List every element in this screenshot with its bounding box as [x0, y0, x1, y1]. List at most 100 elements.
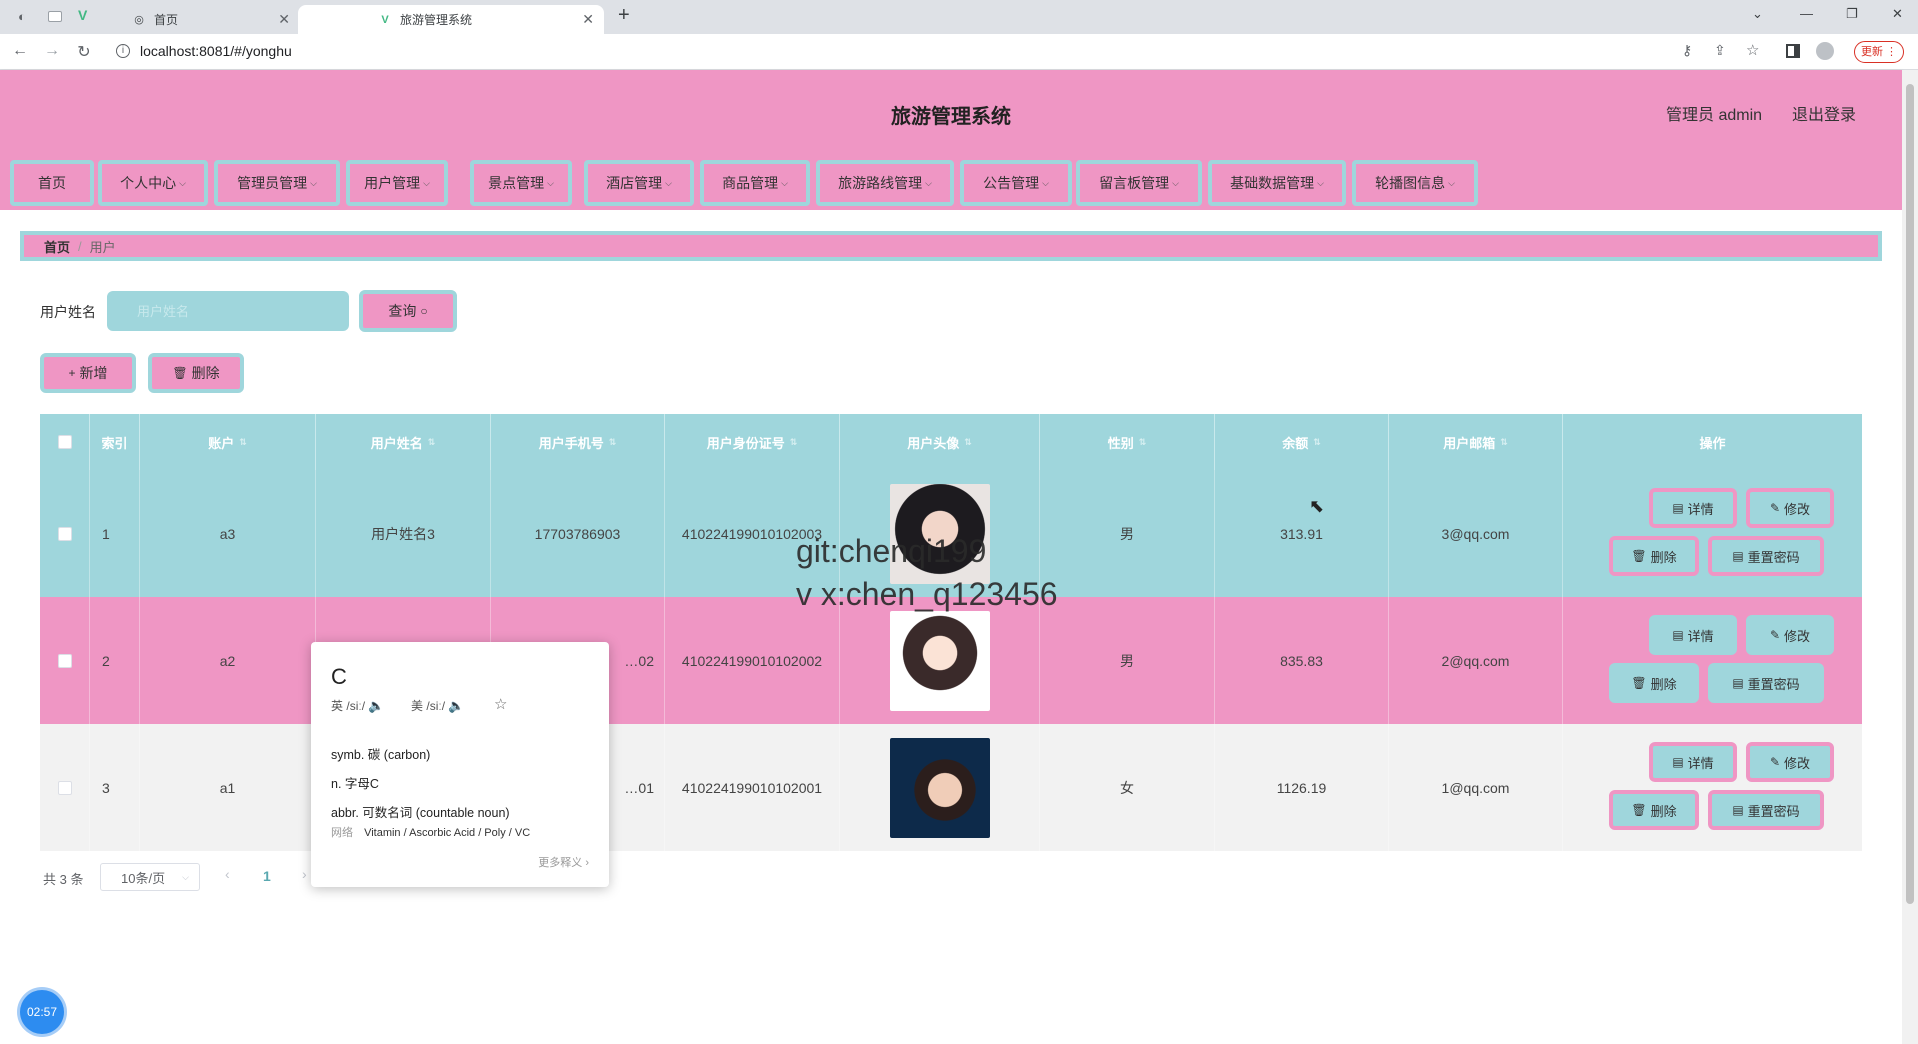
sort-icon[interactable]: ⇅ — [790, 437, 798, 448]
reset-password-button[interactable]: ▤ 重置密码 — [1708, 536, 1824, 576]
header-avatar[interactable]: 用户头像 ⇅ — [840, 414, 1040, 470]
speaker-icon[interactable]: 🔈 — [368, 698, 384, 713]
info-icon[interactable]: i — [116, 44, 130, 58]
mouse-cursor-icon: ⬉ — [1309, 496, 1325, 516]
row-checkbox[interactable] — [57, 653, 72, 668]
url-field[interactable]: localhost:8081/#/yonghu — [140, 43, 292, 59]
minimize-button[interactable]: — — [1800, 6, 1813, 21]
nav-item-scenic[interactable]: 景点管理 ⌵ — [470, 160, 572, 206]
page-size-select[interactable]: 10条/页 ⌵ — [100, 863, 200, 891]
back-icon[interactable]: ← — [10, 42, 30, 60]
avatar[interactable] — [889, 610, 990, 711]
header-phone[interactable]: 用户手机号 ⇅ — [491, 414, 665, 470]
sort-icon[interactable]: ⇅ — [1313, 437, 1321, 448]
batch-delete-button[interactable]: 🗑 删除 — [148, 353, 244, 393]
header-email[interactable]: 用户邮箱 ⇅ — [1389, 414, 1563, 470]
dict-us-label: 美 — [411, 699, 424, 713]
header-id-card[interactable]: 用户身份证号 ⇅ — [665, 414, 840, 470]
nav-item-profile[interactable]: 个人中心 ⌵ — [98, 160, 208, 206]
header-name[interactable]: 用户姓名 ⇅ — [316, 414, 491, 470]
nav-item-messages[interactable]: 留言板管理 ⌵ — [1076, 160, 1202, 206]
nav-item-users[interactable]: 用户管理 ⌵ — [346, 160, 448, 206]
close-icon[interactable]: ✕ — [278, 11, 290, 28]
close-icon[interactable]: ✕ — [582, 11, 594, 28]
search-button[interactable]: 查询 ○ — [359, 290, 457, 332]
nav-item-admin[interactable]: 管理员管理 ⌵ — [214, 160, 340, 206]
header-label: 用户身份证号 — [706, 435, 785, 451]
header-balance[interactable]: 余额 ⇅ — [1215, 414, 1389, 470]
star-icon[interactable]: ☆ — [494, 695, 507, 713]
blank-tab-icon[interactable] — [48, 11, 62, 22]
nav-item-home[interactable]: 首页 — [10, 160, 94, 206]
page-number[interactable]: 1 — [263, 868, 271, 884]
scrollbar-thumb[interactable] — [1906, 84, 1914, 904]
forward-icon[interactable]: → — [42, 42, 62, 60]
browser-back-history-icon[interactable]: ◐ — [18, 9, 26, 24]
profile-icon[interactable] — [1816, 42, 1834, 60]
cell-email: 1@qq.com — [1389, 724, 1563, 851]
delete-button[interactable]: 🗑 删除 — [1609, 663, 1699, 703]
header-gender[interactable]: 性别 ⇅ — [1040, 414, 1215, 470]
nav-item-base-data[interactable]: 基础数据管理 ⌵ — [1208, 160, 1346, 206]
page-scrollbar[interactable] — [1902, 70, 1918, 1044]
sidebar-icon[interactable] — [1786, 44, 1800, 58]
close-window-button[interactable]: ✕ — [1892, 6, 1903, 22]
add-button[interactable]: + 新增 — [40, 353, 136, 393]
sort-icon[interactable]: ⇅ — [964, 437, 972, 448]
speaker-icon[interactable]: 🔈 — [448, 698, 464, 713]
delete-label: 删除 — [1650, 676, 1677, 692]
breadcrumb-home[interactable]: 首页 — [44, 237, 70, 256]
nav-item-goods[interactable]: 商品管理 ⌵ — [700, 160, 810, 206]
timer-badge: 02:57 — [20, 990, 64, 1034]
avatar[interactable] — [889, 737, 990, 838]
update-button[interactable]: 更新 ⋮ — [1854, 41, 1904, 63]
row-checkbox[interactable] — [57, 780, 72, 795]
search-icon: ○ — [420, 304, 428, 318]
delete-button[interactable]: 🗑 删除 — [1609, 790, 1699, 830]
vue-tab-icon[interactable]: V — [78, 7, 87, 23]
reset-password-button[interactable]: ▤ 重置密码 — [1708, 663, 1824, 703]
tab-tourism[interactable]: V 旅游管理系统 ✕ — [298, 5, 604, 34]
detail-button[interactable]: ▤ 详情 — [1649, 615, 1737, 655]
maximize-button[interactable]: ❐ — [1846, 6, 1858, 22]
reset-password-button[interactable]: ▤ 重置密码 — [1708, 790, 1824, 830]
sort-icon[interactable]: ⇅ — [609, 437, 617, 448]
edit-button[interactable]: ✎ 修改 — [1746, 615, 1834, 655]
reload-icon[interactable]: ↻ — [74, 42, 94, 62]
edit-label: 修改 — [1784, 501, 1811, 517]
row-checkbox[interactable] — [57, 526, 72, 541]
nav-item-notice[interactable]: 公告管理 ⌵ — [960, 160, 1072, 206]
table-header: 索引 账户 ⇅ 用户姓名 ⇅ 用户手机号 ⇅ 用户身份证号 ⇅ 用户头像 ⇅ 性别 ⇅ 余额… — [40, 414, 1862, 470]
sort-icon[interactable]: ⇅ — [1500, 437, 1508, 448]
nav-item-hotel[interactable]: 酒店管理 ⌵ — [584, 160, 694, 206]
logout-link[interactable]: 退出登录 — [1792, 101, 1856, 125]
prev-page-button[interactable]: ‹ — [225, 866, 230, 882]
nav-item-carousel[interactable]: 轮播图信息 ⌵ — [1352, 160, 1478, 206]
select-all-checkbox[interactable] — [57, 435, 72, 449]
tab-home[interactable]: ◎ 首页 ✕ — [104, 5, 300, 34]
share-icon[interactable]: ⇪ — [1714, 42, 1726, 59]
sort-icon[interactable]: ⇅ — [428, 437, 436, 448]
sort-icon[interactable]: ⇅ — [1139, 437, 1147, 448]
edit-button[interactable]: ✎ 修改 — [1746, 742, 1834, 782]
cell-balance: 313.91 — [1215, 470, 1389, 597]
breadcrumb-current: 用户 — [89, 239, 116, 255]
cell-phone: 17703786903 — [491, 470, 665, 597]
star-icon[interactable]: ☆ — [1746, 41, 1759, 59]
next-page-button[interactable]: › — [302, 866, 307, 882]
nav-item-routes[interactable]: 旅游路线管理 ⌵ — [816, 160, 954, 206]
new-tab-button[interactable]: + — [618, 4, 630, 27]
detail-button[interactable]: ▤ 详情 — [1649, 488, 1737, 528]
search-input[interactable] — [107, 291, 349, 331]
delete-button[interactable]: 🗑 删除 — [1609, 536, 1699, 576]
cell-gender: 男 — [1040, 470, 1215, 597]
key-icon[interactable]: ⚷ — [1682, 42, 1692, 59]
header-account[interactable]: 账户 ⇅ — [140, 414, 316, 470]
edit-button[interactable]: ✎ 修改 — [1746, 488, 1834, 528]
sort-icon[interactable]: ⇅ — [239, 437, 247, 448]
detail-button[interactable]: ▤ 详情 — [1649, 742, 1737, 782]
nav-label: 旅游路线管理 — [838, 175, 923, 191]
header-label: 索引 — [101, 435, 128, 451]
tab-search-icon[interactable]: ⌄ — [1752, 6, 1763, 22]
dict-more-link[interactable]: 更多释义 › — [538, 854, 589, 870]
